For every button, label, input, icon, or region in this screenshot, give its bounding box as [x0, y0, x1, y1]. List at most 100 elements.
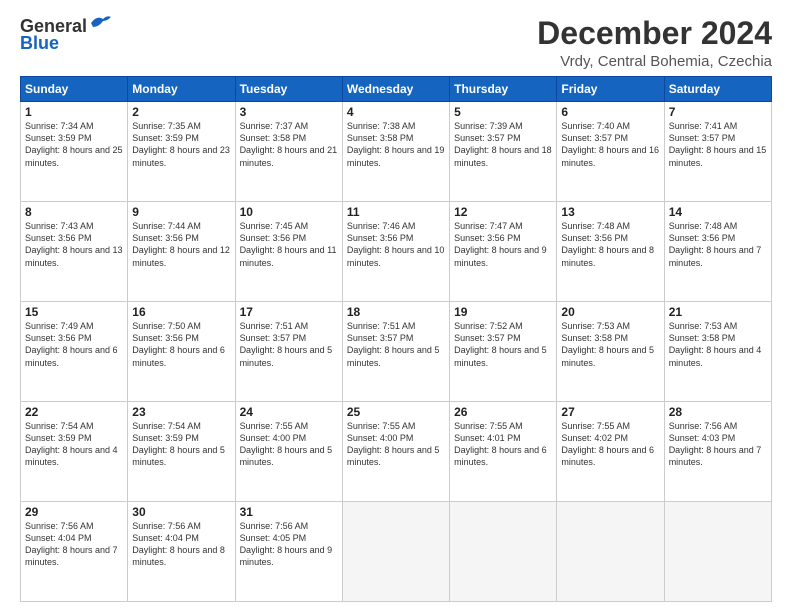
table-row: 16Sunrise: 7:50 AMSunset: 3:56 PMDayligh…	[128, 302, 235, 402]
day-info: Sunrise: 7:38 AMSunset: 3:58 PMDaylight:…	[347, 120, 445, 169]
table-row: 1Sunrise: 7:34 AMSunset: 3:59 PMDaylight…	[21, 102, 128, 202]
day-number: 19	[454, 305, 552, 319]
day-info: Sunrise: 7:55 AMSunset: 4:01 PMDaylight:…	[454, 420, 552, 469]
day-info: Sunrise: 7:51 AMSunset: 3:57 PMDaylight:…	[347, 320, 445, 369]
table-row: 29Sunrise: 7:56 AMSunset: 4:04 PMDayligh…	[21, 502, 128, 602]
day-info: Sunrise: 7:41 AMSunset: 3:57 PMDaylight:…	[669, 120, 767, 169]
day-info: Sunrise: 7:45 AMSunset: 3:56 PMDaylight:…	[240, 220, 338, 269]
day-number: 29	[25, 505, 123, 519]
calendar-week-row: 15Sunrise: 7:49 AMSunset: 3:56 PMDayligh…	[21, 302, 772, 402]
day-info: Sunrise: 7:39 AMSunset: 3:57 PMDaylight:…	[454, 120, 552, 169]
day-number: 4	[347, 105, 445, 119]
day-number: 28	[669, 405, 767, 419]
day-number: 27	[561, 405, 659, 419]
table-row: 23Sunrise: 7:54 AMSunset: 3:59 PMDayligh…	[128, 402, 235, 502]
day-info: Sunrise: 7:50 AMSunset: 3:56 PMDaylight:…	[132, 320, 230, 369]
logo: General Blue	[20, 16, 113, 54]
day-number: 20	[561, 305, 659, 319]
col-wednesday: Wednesday	[342, 77, 449, 102]
day-info: Sunrise: 7:49 AMSunset: 3:56 PMDaylight:…	[25, 320, 123, 369]
table-row: 19Sunrise: 7:52 AMSunset: 3:57 PMDayligh…	[450, 302, 557, 402]
day-number: 5	[454, 105, 552, 119]
table-row	[557, 502, 664, 602]
day-info: Sunrise: 7:55 AMSunset: 4:00 PMDaylight:…	[240, 420, 338, 469]
page: General Blue December 2024 Vrdy, Central…	[0, 0, 792, 612]
month-title: December 2024	[537, 16, 772, 51]
col-sunday: Sunday	[21, 77, 128, 102]
day-number: 22	[25, 405, 123, 419]
table-row: 26Sunrise: 7:55 AMSunset: 4:01 PMDayligh…	[450, 402, 557, 502]
day-info: Sunrise: 7:35 AMSunset: 3:59 PMDaylight:…	[132, 120, 230, 169]
table-row	[450, 502, 557, 602]
day-number: 15	[25, 305, 123, 319]
title-block: December 2024 Vrdy, Central Bohemia, Cze…	[537, 16, 772, 70]
table-row: 17Sunrise: 7:51 AMSunset: 3:57 PMDayligh…	[235, 302, 342, 402]
day-info: Sunrise: 7:48 AMSunset: 3:56 PMDaylight:…	[561, 220, 659, 269]
calendar-table: Sunday Monday Tuesday Wednesday Thursday…	[20, 76, 772, 602]
table-row: 28Sunrise: 7:56 AMSunset: 4:03 PMDayligh…	[664, 402, 771, 502]
table-row: 4Sunrise: 7:38 AMSunset: 3:58 PMDaylight…	[342, 102, 449, 202]
table-row: 10Sunrise: 7:45 AMSunset: 3:56 PMDayligh…	[235, 202, 342, 302]
day-number: 1	[25, 105, 123, 119]
day-info: Sunrise: 7:56 AMSunset: 4:03 PMDaylight:…	[669, 420, 767, 469]
day-number: 2	[132, 105, 230, 119]
calendar-week-row: 8Sunrise: 7:43 AMSunset: 3:56 PMDaylight…	[21, 202, 772, 302]
calendar-week-row: 22Sunrise: 7:54 AMSunset: 3:59 PMDayligh…	[21, 402, 772, 502]
col-thursday: Thursday	[450, 77, 557, 102]
logo-bird-icon	[89, 13, 113, 33]
table-row: 15Sunrise: 7:49 AMSunset: 3:56 PMDayligh…	[21, 302, 128, 402]
day-number: 17	[240, 305, 338, 319]
day-number: 30	[132, 505, 230, 519]
day-info: Sunrise: 7:56 AMSunset: 4:04 PMDaylight:…	[25, 520, 123, 569]
header-row: Sunday Monday Tuesday Wednesday Thursday…	[21, 77, 772, 102]
day-info: Sunrise: 7:56 AMSunset: 4:05 PMDaylight:…	[240, 520, 338, 569]
day-number: 6	[561, 105, 659, 119]
table-row: 31Sunrise: 7:56 AMSunset: 4:05 PMDayligh…	[235, 502, 342, 602]
col-monday: Monday	[128, 77, 235, 102]
table-row: 22Sunrise: 7:54 AMSunset: 3:59 PMDayligh…	[21, 402, 128, 502]
table-row	[342, 502, 449, 602]
day-info: Sunrise: 7:34 AMSunset: 3:59 PMDaylight:…	[25, 120, 123, 169]
table-row: 5Sunrise: 7:39 AMSunset: 3:57 PMDaylight…	[450, 102, 557, 202]
day-info: Sunrise: 7:44 AMSunset: 3:56 PMDaylight:…	[132, 220, 230, 269]
day-number: 18	[347, 305, 445, 319]
table-row: 14Sunrise: 7:48 AMSunset: 3:56 PMDayligh…	[664, 202, 771, 302]
calendar-week-row: 1Sunrise: 7:34 AMSunset: 3:59 PMDaylight…	[21, 102, 772, 202]
table-row	[664, 502, 771, 602]
day-number: 16	[132, 305, 230, 319]
table-row: 9Sunrise: 7:44 AMSunset: 3:56 PMDaylight…	[128, 202, 235, 302]
day-info: Sunrise: 7:56 AMSunset: 4:04 PMDaylight:…	[132, 520, 230, 569]
day-info: Sunrise: 7:51 AMSunset: 3:57 PMDaylight:…	[240, 320, 338, 369]
day-info: Sunrise: 7:54 AMSunset: 3:59 PMDaylight:…	[25, 420, 123, 469]
day-number: 14	[669, 205, 767, 219]
col-friday: Friday	[557, 77, 664, 102]
day-info: Sunrise: 7:55 AMSunset: 4:02 PMDaylight:…	[561, 420, 659, 469]
col-saturday: Saturday	[664, 77, 771, 102]
day-number: 24	[240, 405, 338, 419]
day-number: 25	[347, 405, 445, 419]
day-number: 26	[454, 405, 552, 419]
day-number: 3	[240, 105, 338, 119]
day-info: Sunrise: 7:53 AMSunset: 3:58 PMDaylight:…	[669, 320, 767, 369]
header: General Blue December 2024 Vrdy, Central…	[20, 16, 772, 70]
day-info: Sunrise: 7:43 AMSunset: 3:56 PMDaylight:…	[25, 220, 123, 269]
day-number: 21	[669, 305, 767, 319]
logo-blue: Blue	[20, 33, 113, 54]
day-number: 10	[240, 205, 338, 219]
day-info: Sunrise: 7:37 AMSunset: 3:58 PMDaylight:…	[240, 120, 338, 169]
table-row: 21Sunrise: 7:53 AMSunset: 3:58 PMDayligh…	[664, 302, 771, 402]
day-number: 23	[132, 405, 230, 419]
table-row: 11Sunrise: 7:46 AMSunset: 3:56 PMDayligh…	[342, 202, 449, 302]
table-row: 8Sunrise: 7:43 AMSunset: 3:56 PMDaylight…	[21, 202, 128, 302]
day-number: 11	[347, 205, 445, 219]
day-number: 13	[561, 205, 659, 219]
table-row: 18Sunrise: 7:51 AMSunset: 3:57 PMDayligh…	[342, 302, 449, 402]
day-number: 9	[132, 205, 230, 219]
day-info: Sunrise: 7:55 AMSunset: 4:00 PMDaylight:…	[347, 420, 445, 469]
day-info: Sunrise: 7:54 AMSunset: 3:59 PMDaylight:…	[132, 420, 230, 469]
table-row: 25Sunrise: 7:55 AMSunset: 4:00 PMDayligh…	[342, 402, 449, 502]
table-row: 7Sunrise: 7:41 AMSunset: 3:57 PMDaylight…	[664, 102, 771, 202]
location-title: Vrdy, Central Bohemia, Czechia	[537, 53, 772, 70]
day-info: Sunrise: 7:53 AMSunset: 3:58 PMDaylight:…	[561, 320, 659, 369]
table-row: 20Sunrise: 7:53 AMSunset: 3:58 PMDayligh…	[557, 302, 664, 402]
